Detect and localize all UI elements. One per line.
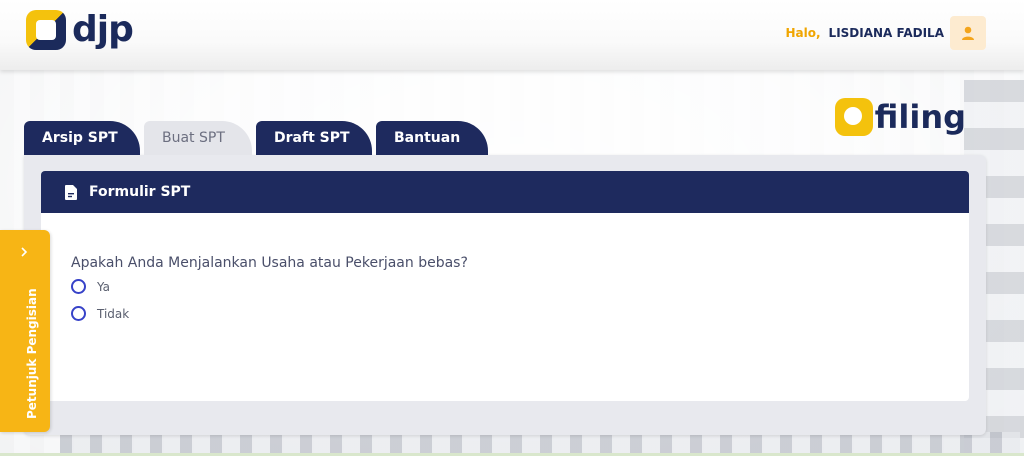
efiling-logo-mark [834,98,873,136]
form-card-header: Formulir SPT [41,171,969,213]
option-tidak[interactable]: Tidak [71,306,129,321]
tab-bantuan[interactable]: Bantuan [376,121,488,155]
djp-logo-mark [26,10,66,50]
user-info: Halo, LISDIANA FADILA [785,16,986,50]
user-icon [962,26,974,40]
option-ya-label: Ya [97,279,111,294]
efiling-logo-text: filing [874,98,966,136]
petunjuk-pengisian-tab[interactable]: Petunjuk Pengisian [0,230,50,432]
spt-tabs: Arsip SPT Buat SPT Draft SPT Bantuan [24,121,492,155]
user-name: LISDIANA FADILA [828,26,944,40]
question-text: Apakah Anda Menjalankan Usaha atau Peker… [71,255,468,271]
djp-logo[interactable]: djp [26,9,134,50]
efiling-logo: filing [834,98,966,136]
option-tidak-label: Tidak [97,306,130,321]
djp-logo-text: djp [72,9,134,50]
option-ya[interactable]: Ya [71,279,110,294]
avatar[interactable] [950,16,986,50]
tab-draft-spt[interactable]: Draft SPT [256,121,372,155]
radio-ya[interactable] [71,279,86,294]
petunjuk-pengisian-label: Petunjuk Pengisian [25,288,39,419]
form-card-body: Apakah Anda Menjalankan Usaha atau Peker… [41,213,969,401]
document-icon [65,184,77,200]
top-header: djp Halo, LISDIANA FADILA [0,0,1024,70]
greeting-text: Halo, [785,26,821,40]
form-card: Formulir SPT Apakah Anda Menjalankan Usa… [24,155,986,435]
tab-buat-spt[interactable]: Buat SPT [144,121,252,155]
chevron-right-icon [21,247,28,257]
form-title: Formulir SPT [89,184,191,200]
tab-arsip-spt[interactable]: Arsip SPT [24,121,140,155]
radio-tidak[interactable] [71,306,86,321]
